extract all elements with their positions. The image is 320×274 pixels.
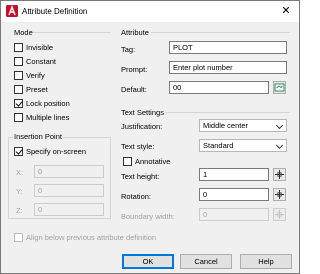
specify-on-screen-checkbox-box[interactable] — [14, 146, 23, 156]
default-input[interactable]: 00 — [169, 81, 269, 94]
tag-label: Tag: — [121, 45, 136, 54]
pick-rotation-button[interactable] — [273, 188, 286, 201]
justification-dropdown[interactable]: Middle center — [199, 119, 287, 132]
close-icon[interactable]: ✕ — [279, 5, 293, 17]
prompt-input[interactable]: Enter plot number — [169, 61, 287, 74]
mode-group-divider — [33, 32, 111, 33]
chevron-down-icon — [275, 121, 284, 130]
tag-input[interactable]: PLOT — [169, 41, 287, 54]
annotative-checkbox-box[interactable] — [123, 156, 132, 166]
chevron-down-icon — [275, 141, 284, 150]
lock-position-checkbox-box[interactable] — [14, 98, 23, 108]
invisible-checkbox-label: Invisible — [26, 42, 54, 52]
lock-position-checkbox[interactable]: Lock position — [14, 98, 70, 108]
crosshair-pick-icon — [274, 190, 285, 202]
text-style-dropdown[interactable]: Standard — [199, 139, 287, 152]
constant-checkbox-label: Constant — [26, 56, 57, 66]
x-label: X: — [16, 168, 24, 177]
z-input[interactable]: 0 — [34, 203, 104, 216]
x-input[interactable]: 0 — [34, 165, 104, 178]
preset-checkbox-label: Preset — [26, 84, 48, 94]
multiple-lines-checkbox[interactable]: Multiple lines — [14, 112, 69, 122]
rotation-label: Rotation: — [121, 192, 152, 201]
autocad-app-icon — [6, 5, 18, 17]
cancel-button[interactable]: Cancel — [180, 254, 232, 269]
z-label: Z: — [16, 206, 23, 215]
justification-value: Middle center — [203, 121, 249, 130]
y-label: Y: — [16, 187, 23, 196]
attribute-group-label: Attribute — [121, 28, 149, 37]
multiple-lines-checkbox-label: Multiple lines — [26, 112, 70, 122]
text-style-value: Standard — [203, 141, 234, 150]
text-settings-group-label: Text Settings — [121, 108, 164, 117]
constant-checkbox-box[interactable] — [14, 56, 23, 66]
align-below-label: Align below previous attribute definitio… — [26, 232, 157, 242]
default-label: Default: — [121, 85, 147, 94]
insert-field-icon — [274, 83, 285, 95]
boundary-width-input[interactable]: 0 — [199, 208, 269, 221]
multiple-lines-checkbox-box[interactable] — [14, 112, 23, 122]
justification-label: Justification: — [121, 122, 163, 131]
crosshair-pick-icon — [274, 170, 285, 182]
preset-checkbox[interactable]: Preset — [14, 84, 48, 94]
help-button[interactable]: Help — [240, 254, 292, 269]
prompt-label: Prompt: — [121, 65, 148, 74]
pick-boundary-width-button[interactable] — [273, 208, 286, 221]
ok-button[interactable]: OK — [122, 254, 174, 269]
y-input[interactable]: 0 — [34, 184, 104, 197]
preset-checkbox-box[interactable] — [14, 84, 23, 94]
insertion-point-group-label: Insertion Point — [13, 132, 63, 141]
constant-checkbox[interactable]: Constant — [14, 56, 56, 66]
attribute-group-divider — [151, 32, 290, 33]
verify-checkbox-box[interactable] — [14, 70, 23, 80]
invisible-checkbox-box[interactable] — [14, 42, 23, 52]
pick-text-height-button[interactable] — [273, 168, 286, 181]
title-bar[interactable]: Attribute Definition ✕ — [1, 1, 299, 22]
specify-on-screen-label: Specify on-screen — [26, 146, 87, 156]
verify-checkbox[interactable]: Verify — [14, 70, 45, 80]
text-style-label: Text style: — [121, 142, 155, 151]
boundary-width-label: Boundary width: — [121, 212, 175, 221]
annotative-checkbox[interactable]: Annotative — [123, 156, 170, 166]
align-below-checkbox-box[interactable] — [14, 232, 23, 242]
text-height-input[interactable]: 1 — [199, 168, 269, 181]
specify-on-screen-checkbox[interactable]: Specify on-screen — [14, 146, 86, 156]
invisible-checkbox[interactable]: Invisible — [14, 42, 53, 52]
mode-group-label: Mode — [14, 28, 33, 37]
annotative-label: Annotative — [135, 156, 171, 166]
verify-checkbox-label: Verify — [26, 70, 45, 80]
attribute-definition-dialog: Attribute Definition ✕ Mode Invisible Co… — [0, 0, 300, 274]
crosshair-pick-icon — [274, 210, 285, 222]
align-below-checkbox[interactable]: Align below previous attribute definitio… — [14, 232, 156, 242]
rotation-input[interactable]: 0 — [199, 188, 269, 201]
text-settings-group-divider — [166, 112, 290, 113]
text-height-label: Text height: — [121, 172, 160, 181]
lock-position-checkbox-label: Lock position — [26, 98, 70, 108]
window-title: Attribute Definition — [22, 7, 88, 16]
insert-field-button[interactable] — [273, 81, 286, 94]
